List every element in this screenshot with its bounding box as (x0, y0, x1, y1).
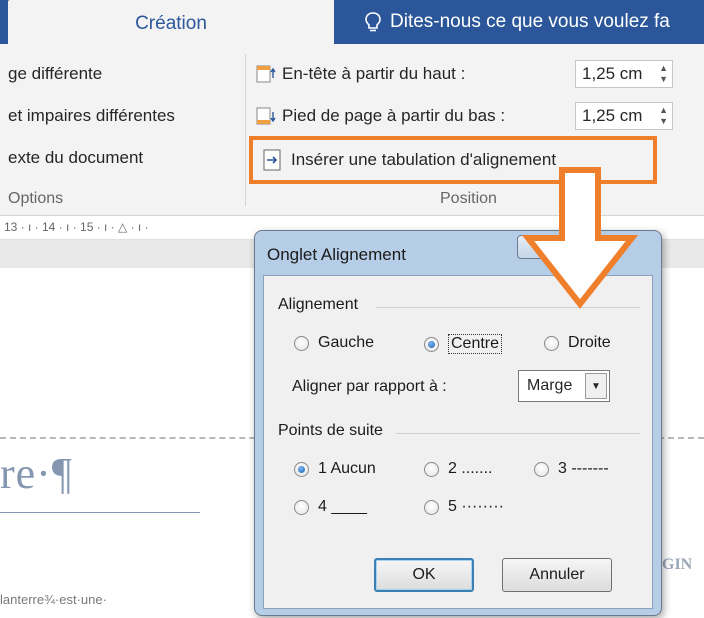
radio-leader-none[interactable]: 1 Aucun (294, 460, 376, 478)
align-relative-label: Aligner par rapport à : (292, 378, 447, 395)
position-group-label: Position (440, 190, 497, 207)
document-right-fragment: GIN (662, 556, 693, 573)
leader-section-label: Points de suite (278, 422, 383, 439)
radio-leader-none-label: 1 Aucun (318, 460, 376, 477)
lightbulb-icon (365, 12, 381, 32)
radio-leader-underline-label: 4 ____ (318, 498, 367, 515)
radio-leader-underline[interactable]: 4 ____ (294, 498, 367, 516)
dropdown-arrow-icon[interactable]: ▼ (585, 373, 607, 399)
radio-icon (294, 335, 309, 351)
options-group-label: Options (8, 190, 64, 207)
radio-align-left[interactable]: Gauche (294, 334, 374, 352)
radio-align-center-label: Centre (448, 334, 503, 354)
tell-me-box[interactable]: Dites-nous ce que vous voulez fa (364, 0, 670, 44)
radio-align-center[interactable]: Centre (424, 334, 503, 354)
header-position-icon (256, 65, 276, 83)
spin-arrows-icon[interactable]: ▲ ▼ (659, 105, 668, 127)
footer-position-input[interactable]: 1,25 cm ▲ ▼ (575, 102, 673, 130)
document-body-fragment: lanterre¾·est·une· (0, 592, 107, 607)
radio-icon (424, 461, 439, 477)
radio-leader-dashes-label: 3 ------- (558, 460, 609, 477)
group-separator (245, 54, 246, 206)
tell-me-text: Dites-nous ce que vous voulez fa (390, 11, 670, 32)
header-position-input[interactable]: 1,25 cm ▲ ▼ (575, 60, 673, 88)
radio-icon (534, 461, 549, 477)
radio-selected-icon (424, 336, 439, 352)
radio-leader-dots-label: 2 ....... (448, 460, 493, 477)
document-title-fragment: re·¶ (0, 449, 73, 498)
radio-icon (544, 335, 559, 351)
radio-align-right-label: Droite (568, 334, 611, 351)
header-position-row: En-tête à partir du haut : (256, 60, 465, 88)
tab-creation[interactable]: Création (8, 0, 334, 48)
dialog-title: Onglet Alignement (267, 245, 406, 264)
section-divider (396, 433, 640, 434)
radio-leader-dashes[interactable]: 3 ------- (534, 460, 609, 478)
alignment-section-label: Alignement (278, 296, 359, 313)
spin-arrows-icon[interactable]: ▲ ▼ (659, 63, 668, 85)
option-odd-even-different[interactable]: et impaires différentes (8, 106, 175, 126)
align-relative-select[interactable]: Marge ▼ (518, 370, 610, 402)
ok-button[interactable]: OK (374, 558, 474, 592)
insert-alignment-tab-icon (263, 149, 281, 171)
footer-position-row: Pied de page à partir du bas : (256, 102, 505, 130)
radio-leader-middots[interactable]: 5 ········ (424, 498, 504, 516)
radio-leader-middots-label: 5 ········ (448, 498, 504, 515)
cancel-button[interactable]: Annuler (502, 558, 612, 592)
radio-align-right[interactable]: Droite (544, 334, 611, 352)
footer-position-icon (256, 107, 276, 125)
dialog-content: Alignement Gauche Centre Droite Aligner … (263, 275, 653, 609)
option-show-document-text[interactable]: exte du document (8, 148, 143, 168)
option-different-first-page[interactable]: ge différente (8, 64, 102, 84)
footer-position-label: Pied de page à partir du bas : (282, 106, 506, 125)
radio-selected-icon (294, 461, 309, 477)
header-position-value: 1,25 cm (582, 64, 643, 83)
radio-leader-dots[interactable]: 2 ....... (424, 460, 492, 478)
radio-align-left-label: Gauche (318, 334, 375, 351)
title-underline (0, 512, 200, 513)
radio-icon (424, 499, 439, 515)
header-position-label: En-tête à partir du haut : (282, 64, 466, 83)
annotation-arrow-icon (521, 167, 639, 309)
radio-icon (294, 499, 309, 515)
footer-position-value: 1,25 cm (582, 106, 643, 125)
align-relative-value: Marge (527, 377, 573, 394)
